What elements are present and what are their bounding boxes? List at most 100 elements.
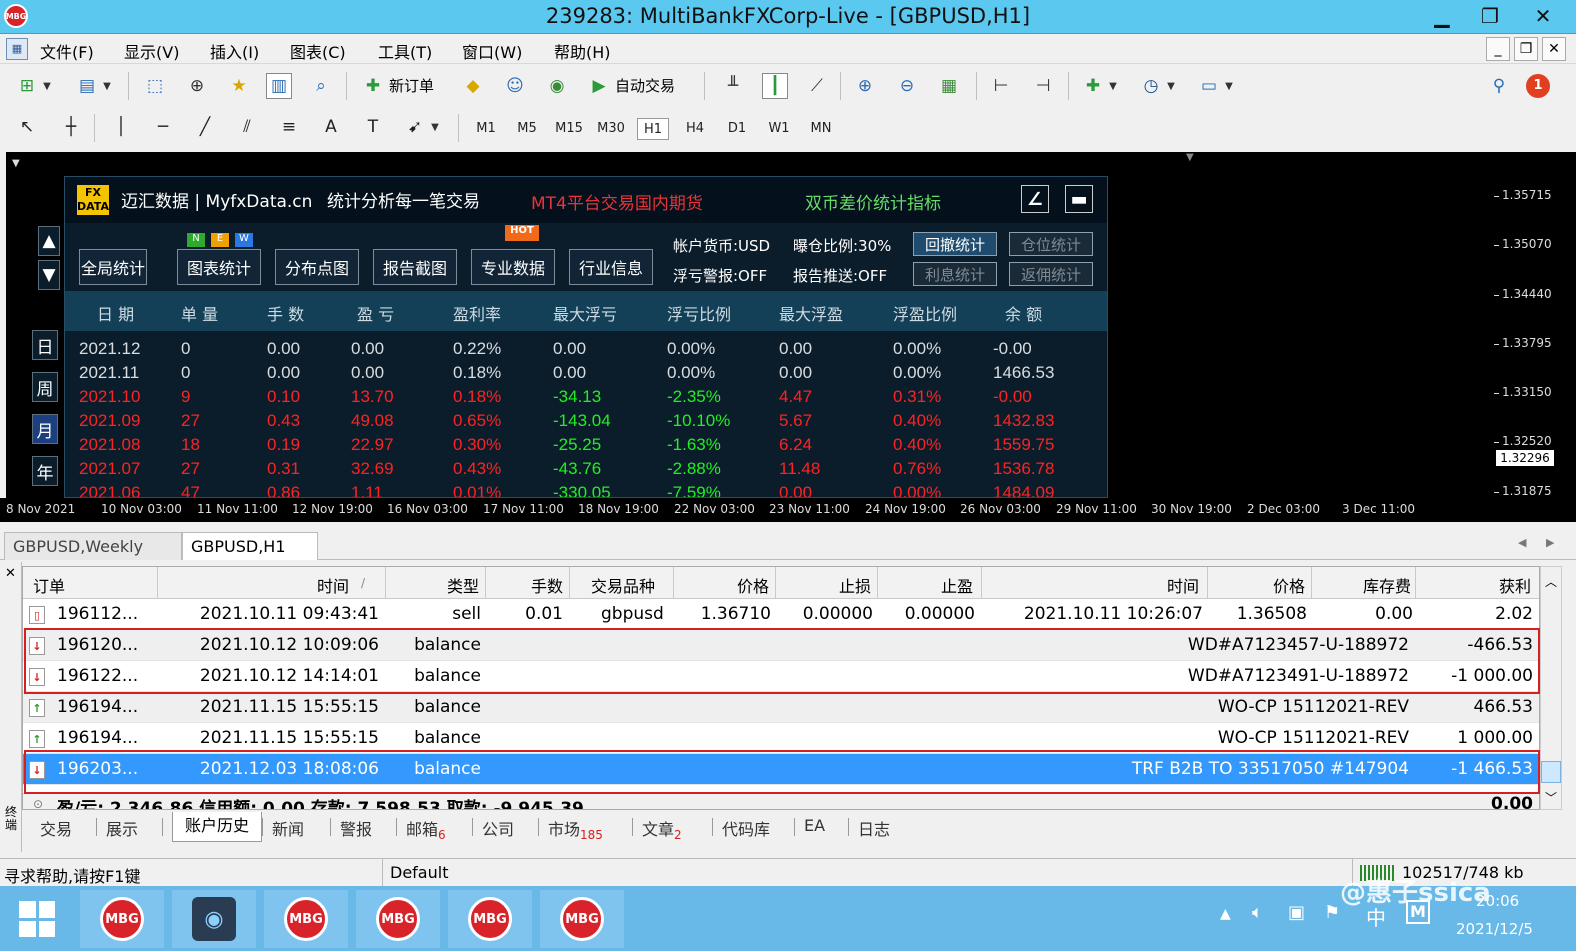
tab-gbpusd-weekly[interactable]: GBPUSD,Weekly	[4, 532, 182, 560]
search-icon[interactable]: ⚲	[1486, 73, 1512, 99]
taskbar-app-owl[interactable]: ◉	[172, 890, 256, 948]
terminal-icon[interactable]: ▥	[266, 73, 292, 99]
nav-global-stats[interactable]: 全局统计	[79, 249, 147, 285]
terminal-tab[interactable]: 交易	[40, 816, 72, 840]
chart-shift-icon[interactable]: ⊢	[988, 73, 1014, 99]
rebate-stats-button[interactable]: 返佣统计	[1009, 262, 1093, 286]
chart-window-icon[interactable]: ▦	[6, 38, 28, 60]
history-row-balance[interactable]: ↑ 196194... 2021.11.15 15:55:15 balance WO-C…	[23, 692, 1539, 723]
taskbar-app-mbg[interactable]: MBG	[264, 890, 348, 948]
column-header[interactable]: 价格	[679, 573, 769, 597]
promo-link[interactable]: MT4平台交易国内期货	[531, 189, 703, 214]
terminal-tab[interactable]: 展示	[106, 816, 138, 840]
terminal-tab[interactable]: EA	[804, 816, 825, 835]
timeframe-m30[interactable]: M30	[595, 118, 627, 140]
column-header[interactable]: 库存费	[1317, 573, 1411, 597]
column-header[interactable]: 交易品种	[591, 573, 655, 597]
tray-expand-icon[interactable]: ▲	[1220, 906, 1231, 922]
period-year-button[interactable]: 年	[32, 456, 58, 486]
horizontal-line-icon[interactable]: ─	[150, 114, 176, 140]
nav-distribution[interactable]: 分布点图	[275, 249, 359, 285]
text-label-icon[interactable]: T	[360, 114, 386, 140]
terminal-tab[interactable]: 文章2	[642, 816, 682, 842]
menu-file[interactable]: 文件(F)	[40, 39, 94, 63]
navigator-icon[interactable]: ★	[226, 73, 252, 99]
data-window-icon[interactable]: ⊕	[184, 73, 210, 99]
tab-scroll-right-icon[interactable]: ▶	[1546, 536, 1554, 549]
report-push[interactable]: 报告推送:OFF	[793, 265, 887, 286]
new-order-icon[interactable]: ✚	[360, 73, 386, 99]
channel-icon[interactable]: ⫽	[234, 114, 260, 140]
menu-view[interactable]: 显示(V)	[124, 39, 179, 63]
nav-industry-info[interactable]: 行业信息	[569, 249, 653, 285]
indicators-icon[interactable]: ✚	[1080, 73, 1106, 99]
column-header[interactable]: 获利	[1421, 573, 1531, 597]
tab-gbpusd-h1[interactable]: GBPUSD,H1	[182, 532, 318, 560]
tab-scroll-left-icon[interactable]: ◀	[1518, 536, 1526, 549]
restore-button[interactable]: ❐	[1466, 2, 1514, 30]
chevron-down-icon[interactable]: ▼	[100, 73, 114, 99]
terminal-tab[interactable]: 警报	[340, 816, 372, 840]
menu-insert[interactable]: 插入(I)	[210, 39, 259, 63]
terminal-tab[interactable]: 公司	[482, 816, 514, 840]
column-header[interactable]: 类型	[391, 573, 479, 597]
market-watch-icon[interactable]: ⬚	[142, 73, 168, 99]
cursor-icon[interactable]: ↖	[14, 114, 40, 140]
fibonacci-icon[interactable]: ≡	[276, 114, 302, 140]
nav-pro-data[interactable]: 专业数据	[471, 249, 555, 285]
text-tool-icon[interactable]: A	[318, 114, 344, 140]
auto-trading-icon[interactable]: ▶	[586, 73, 612, 99]
period-month-button[interactable]: 月	[32, 414, 58, 444]
timeframe-w1[interactable]: W1	[763, 118, 795, 140]
menu-tools[interactable]: 工具(T)	[378, 39, 432, 63]
metaeditor-icon[interactable]: ◆	[460, 73, 486, 99]
new-order-button[interactable]: 新订单	[389, 75, 434, 96]
terminal-tab[interactable]: 日志	[858, 816, 890, 840]
terminal-tab[interactable]: 邮箱6	[406, 816, 446, 842]
scroll-up-icon[interactable]: ︿	[1545, 573, 1557, 590]
taskbar-app-mbg[interactable]: MBG	[356, 890, 440, 948]
terminal-close-icon[interactable]: ✕	[5, 566, 16, 581]
crosshair-icon[interactable]: ┼	[58, 114, 84, 140]
periods-clock-icon[interactable]: ◷	[1138, 73, 1164, 99]
scroll-up-button[interactable]: ▲	[38, 226, 60, 256]
strategy-tester-icon[interactable]: ⌕	[308, 73, 334, 99]
taskbar-app-mbg[interactable]: MBG	[540, 890, 624, 948]
taskbar-app-mbg[interactable]: MBG	[80, 890, 164, 948]
edit-icon[interactable]: ∠	[1021, 185, 1049, 213]
clock-date[interactable]: 2021/12/5	[1456, 920, 1533, 938]
grid-scrollbar[interactable]: ︿ ﹀	[1540, 566, 1562, 810]
trendline-icon[interactable]: ╱	[192, 114, 218, 140]
autoscroll-icon[interactable]: ⊣	[1030, 73, 1056, 99]
line-chart-icon[interactable]: ⟋	[804, 73, 830, 99]
volume-muted-icon[interactable]: 🔈︎	[1252, 902, 1263, 923]
nav-report-screenshot[interactable]: 报告截图	[373, 249, 457, 285]
drawdown-stats-button[interactable]: 回撤统计	[913, 232, 997, 256]
new-chart-icon[interactable]: ⊞	[14, 73, 40, 99]
timeframe-d1[interactable]: D1	[721, 118, 753, 140]
terminal-tab[interactable]: 市场185	[548, 816, 603, 842]
column-header[interactable]: 时间	[987, 573, 1199, 597]
column-header[interactable]: 止损	[781, 573, 871, 597]
vertical-line-icon[interactable]: │	[108, 114, 134, 140]
chevron-down-icon[interactable]: ▼	[40, 73, 54, 99]
arrows-icon[interactable]: ➹	[402, 114, 428, 140]
templates-icon[interactable]: ▭	[1196, 73, 1222, 99]
timeframe-m1[interactable]: M1	[470, 118, 502, 140]
chevron-down-icon[interactable]: ▼	[1222, 73, 1236, 99]
taskbar-app-mbg[interactable]: MBG	[448, 890, 532, 948]
history-row-trade[interactable]: ▯ 196112... 2021.10.11 09:43:41 sell 0.0…	[23, 599, 1539, 630]
column-header[interactable]: 价格	[1213, 573, 1305, 597]
notification-badge[interactable]: 1	[1526, 74, 1550, 98]
period-week-button[interactable]: 周	[32, 372, 58, 402]
collapse-icon[interactable]: ▬	[1065, 185, 1093, 213]
timeframe-m15[interactable]: M15	[553, 118, 585, 140]
chevron-down-icon[interactable]: ▼	[1164, 73, 1178, 99]
windows-start-icon[interactable]	[0, 890, 74, 948]
scroll-thumb[interactable]	[1541, 761, 1561, 783]
mdi-minimize-button[interactable]: _	[1486, 37, 1510, 61]
terminal-tab[interactable]: 代码库	[722, 816, 770, 840]
float-loss-alert[interactable]: 浮亏警报:OFF	[673, 265, 767, 286]
minimize-button[interactable]: ▁	[1418, 2, 1466, 30]
menu-charts[interactable]: 图表(C)	[290, 39, 346, 63]
